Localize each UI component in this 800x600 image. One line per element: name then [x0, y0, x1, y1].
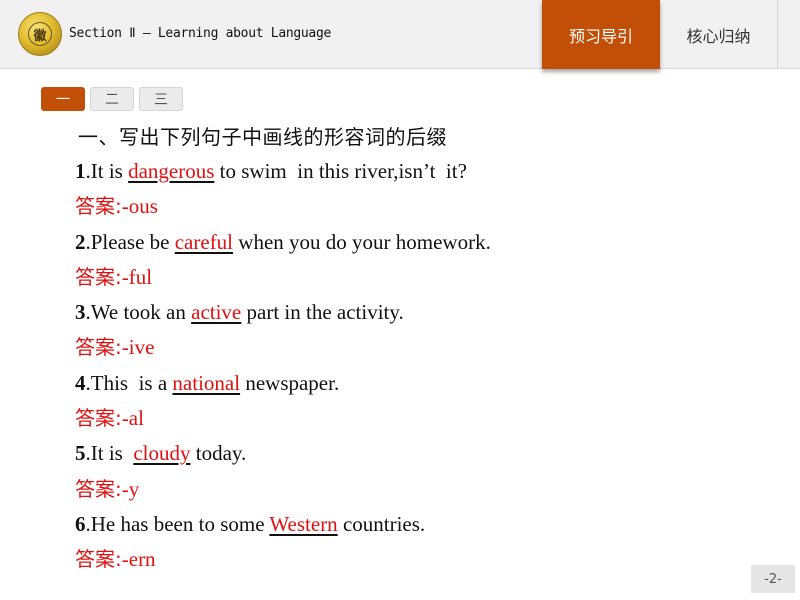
answer-label: 答案: — [75, 264, 122, 289]
question-number: 3 — [75, 300, 86, 325]
question-1: 1.It is dangerous to swim in this river,… — [75, 154, 775, 189]
answer-value: -al — [121, 406, 144, 431]
answer-2: 答案:-ful — [75, 260, 775, 295]
underlined-keyword: national — [172, 370, 241, 395]
question-2: 2.Please be careful when you do your hom… — [75, 225, 775, 260]
question-number: 2 — [75, 229, 86, 254]
answer-label: 答案: — [75, 194, 122, 219]
underlined-keyword: active — [191, 300, 242, 325]
answer-label: 答案: — [75, 406, 122, 431]
question-number: 5 — [75, 441, 86, 466]
question-text: when you do your homework. — [233, 229, 491, 254]
part-tab-3[interactable]: 三 — [139, 87, 183, 111]
underlined-keyword: dangerous — [128, 159, 215, 183]
question-text: .Please be — [85, 229, 175, 254]
question-4: 4.This is a national newspaper. — [75, 366, 775, 401]
answer-label: 答案: — [75, 547, 122, 572]
section-title: Section Ⅱ — Learning about Language — [69, 26, 332, 41]
exercise-list: 1.It is dangerous to swim in this river,… — [75, 154, 775, 578]
question-number: 1 — [75, 159, 86, 183]
question-text: newspaper. — [240, 370, 340, 395]
answer-1: 答案:-ous — [75, 189, 775, 224]
answer-label: 答案: — [75, 476, 122, 501]
tab-preview-guide[interactable]: 预习导引 — [542, 0, 660, 69]
part-tab-1[interactable]: 一 — [41, 87, 85, 111]
part-tab-2[interactable]: 二 — [90, 87, 134, 111]
answer-value: -ive — [121, 335, 155, 360]
question-text: .We took an — [85, 300, 192, 325]
question-6: 6.He has been to some Western countries. — [75, 507, 775, 542]
answer-5: 答案:-y — [75, 472, 775, 507]
question-3: 3.We took an active part in the activity… — [75, 295, 775, 330]
question-text: countries. — [337, 511, 426, 536]
question-text: .It is — [85, 159, 129, 183]
question-5: 5.It is cloudy today. — [75, 436, 775, 471]
question-number: 4 — [75, 370, 86, 395]
emblem-glyph: 徽 — [28, 22, 52, 46]
question-text: .He has been to some — [85, 511, 270, 536]
part-tabs: 一 二 三 — [41, 87, 183, 111]
answer-value: -ern — [121, 547, 156, 572]
question-text: today. — [190, 441, 247, 466]
underlined-keyword: cloudy — [133, 441, 191, 466]
tab-core-summary[interactable]: 核心归纳 — [660, 0, 778, 69]
question-text: .This is a — [85, 370, 173, 395]
answer-6: 答案:-ern — [75, 542, 775, 577]
question-number: 6 — [75, 511, 86, 536]
answer-3: 答案:-ive — [75, 330, 775, 365]
question-text: part in the activity. — [241, 300, 404, 325]
answer-value: -y — [121, 476, 140, 501]
page-number: -2- — [751, 565, 795, 593]
header-bar: 徽 Section Ⅱ — Learning about Language 预习… — [0, 0, 800, 69]
section-heading: 一、写出下列句子中画线的形容词的后缀 — [78, 125, 447, 149]
answer-label: 答案: — [75, 335, 122, 360]
question-text: .It is — [85, 441, 134, 466]
school-emblem-icon: 徽 — [18, 12, 62, 56]
answer-4: 答案:-al — [75, 401, 775, 436]
underlined-keyword: Western — [269, 511, 338, 536]
answer-value: -ful — [121, 264, 153, 289]
underlined-keyword: careful — [174, 229, 234, 254]
answer-value: -ous — [121, 194, 158, 219]
question-text: to swim in this river,isn’t it? — [214, 159, 467, 183]
